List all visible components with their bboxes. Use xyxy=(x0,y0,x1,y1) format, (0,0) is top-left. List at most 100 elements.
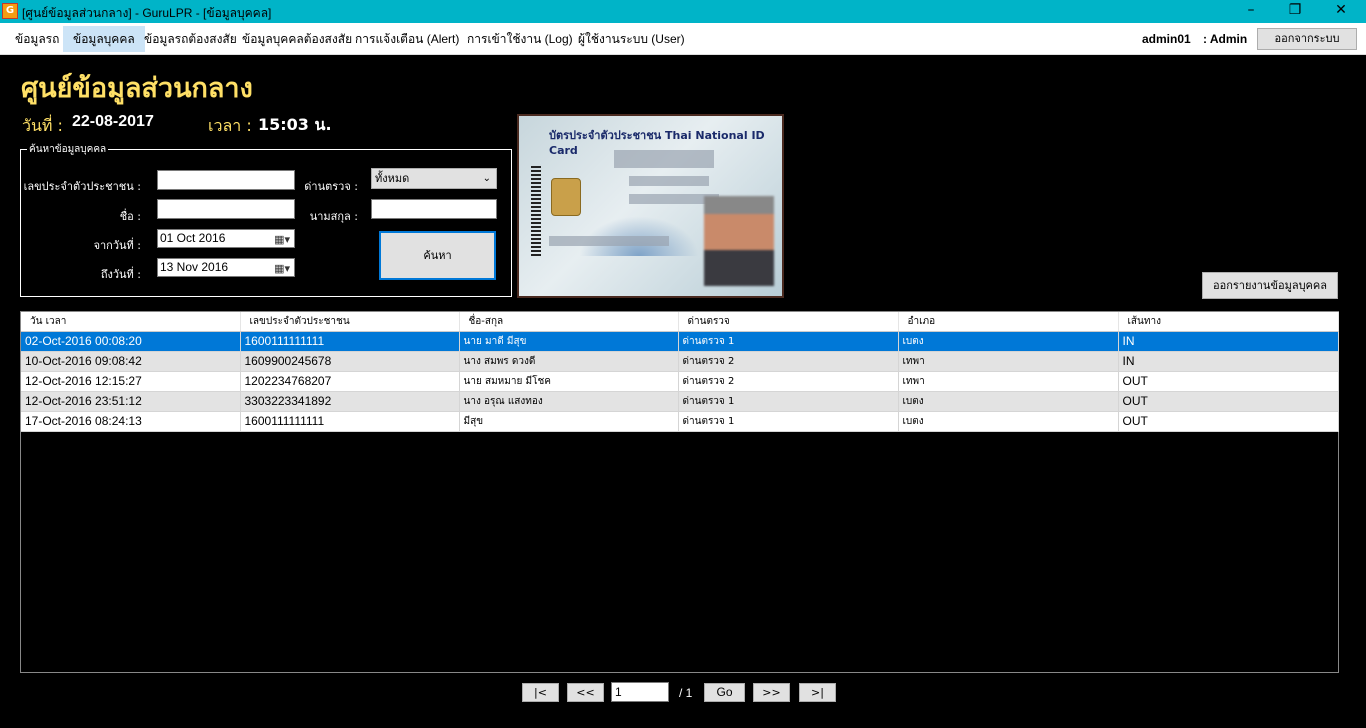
cell-district: เบตง xyxy=(898,411,1119,432)
user-role: : Admin xyxy=(1203,32,1248,46)
table-row[interactable]: 10-Oct-2016 09:08:42 1609900245678 นาง ส… xyxy=(21,351,1339,372)
go-button[interactable]: Go xyxy=(704,683,745,702)
to-date-label: ถึงวันที่ : xyxy=(100,268,141,281)
cell-district: เบตง xyxy=(898,331,1119,352)
surname-label: นามสกุล : xyxy=(309,210,358,223)
menu-item-alert[interactable]: การแจ้งเตือน (Alert) xyxy=(345,26,469,52)
table-row[interactable]: 02-Oct-2016 00:08:20 1600111111111 นาย ม… xyxy=(21,331,1339,352)
date-label: วันที่ : xyxy=(22,116,63,135)
to-date-picker[interactable]: 13 Nov 2016 ▦▾ xyxy=(157,258,295,277)
from-date-label: จากวันที่ : xyxy=(93,239,141,252)
table-row[interactable]: 12-Oct-2016 23:51:12 3303223341892 นาง อ… xyxy=(21,391,1339,412)
export-report-button[interactable]: ออกรายงานข้อมูลบุคคล xyxy=(1202,272,1338,299)
cell-name: นาย มาดี มีสุข xyxy=(459,331,679,352)
next-page-button[interactable]: >> xyxy=(753,683,790,702)
page-number-input[interactable]: 1 xyxy=(611,682,669,702)
date-value: 22-08-2017 xyxy=(72,113,154,130)
column-header-id[interactable]: เลขประจำตัวประชาชน xyxy=(240,312,460,332)
menu-item-log[interactable]: การเข้าใช้งาน (Log) xyxy=(457,26,583,52)
to-date-value: 13 Nov 2016 xyxy=(160,260,229,274)
from-date-value: 01 Oct 2016 xyxy=(160,231,226,245)
cell-name: นาง สมพร ดวงดี xyxy=(459,351,679,372)
cell-checkpoint: ด่านตรวจ 1 xyxy=(678,391,899,412)
table-header-row: วัน เวลา เลขประจำตัวประชาชน ชื่อ-สกุล ด่… xyxy=(21,312,1339,332)
cell-checkpoint: ด่านตรวจ 2 xyxy=(678,351,899,372)
menu-item-vehicle[interactable]: ข้อมูลรถ xyxy=(5,26,69,52)
cell-name: นาง อรุณ แสงทอง xyxy=(459,391,679,412)
column-header-name[interactable]: ชื่อ-สกุล xyxy=(459,312,679,332)
cell-checkpoint: ด่านตรวจ 1 xyxy=(678,331,899,352)
close-button[interactable]: ✕ xyxy=(1318,0,1364,23)
blurred-text xyxy=(614,150,714,168)
table-row[interactable]: 12-Oct-2016 12:15:27 1202234768207 นาย ส… xyxy=(21,371,1339,392)
column-header-datetime[interactable]: วัน เวลา xyxy=(21,312,241,332)
id-card-image: บัตรประจำตัวประชาชน Thai National ID Car… xyxy=(517,114,784,298)
from-date-picker[interactable]: 01 Oct 2016 ▦▾ xyxy=(157,229,295,248)
cell-direction: OUT xyxy=(1118,371,1339,392)
blurred-text xyxy=(629,176,709,186)
cell-id: 1202234768207 xyxy=(240,371,460,392)
column-header-district[interactable]: อำเภอ xyxy=(898,312,1119,332)
search-legend: ค้นหาข้อมูลบุคคล xyxy=(27,142,109,157)
chevron-down-icon: ⌄ xyxy=(482,173,491,184)
person-log-table[interactable]: วัน เวลา เลขประจำตัวประชาชน ชื่อ-สกุล ด่… xyxy=(20,311,1339,673)
prev-page-button[interactable]: << xyxy=(567,683,604,702)
cell-direction: OUT xyxy=(1118,411,1339,432)
window-title: [ศูนย์ข้อมูลส่วนกลาง] - GuruLPR - [ข้อมู… xyxy=(22,6,272,20)
name-input[interactable] xyxy=(157,199,295,219)
time-value: 15:03 น. xyxy=(258,115,332,134)
chip-graphic xyxy=(551,178,581,216)
menu-item-user[interactable]: ผู้ใช้งานระบบ (User) xyxy=(568,26,695,52)
cell-checkpoint: ด่านตรวจ 2 xyxy=(678,371,899,392)
column-header-direction[interactable]: เส้นทาง xyxy=(1118,312,1339,332)
column-header-checkpoint[interactable]: ด่านตรวจ xyxy=(678,312,899,332)
menu-item-person[interactable]: ข้อมูลบุคคล xyxy=(63,26,145,52)
cell-datetime: 10-Oct-2016 09:08:42 xyxy=(21,351,241,372)
cell-id: 1600111111111 xyxy=(240,331,460,352)
cell-district: เทพา xyxy=(898,351,1119,372)
id-input[interactable] xyxy=(157,170,295,190)
cell-checkpoint: ด่านตรวจ 1 xyxy=(678,411,899,432)
menu-bar: ข้อมูลรถ ข้อมูลบุคคล ข้อมูลรถต้องสงสัย ข… xyxy=(0,23,1366,55)
cell-datetime: 12-Oct-2016 12:15:27 xyxy=(21,371,241,392)
app-icon: G xyxy=(2,3,18,19)
menu-item-suspect-person[interactable]: ข้อมูลบุคคลต้องสงสัย xyxy=(232,26,362,52)
last-page-button[interactable]: >| xyxy=(799,683,836,702)
calendar-icon[interactable]: ▦▾ xyxy=(274,232,290,249)
cell-id: 1600111111111 xyxy=(240,411,460,432)
barcode-graphic xyxy=(531,166,541,256)
cell-direction: IN xyxy=(1118,351,1339,372)
restore-button[interactable]: ❐ xyxy=(1272,0,1318,23)
title-bar: G [ศูนย์ข้อมูลส่วนกลาง] - GuruLPR - [ข้อ… xyxy=(0,0,1366,23)
calendar-icon[interactable]: ▦▾ xyxy=(274,261,290,278)
id-label: เลขประจำตัวประชาชน : xyxy=(23,180,141,193)
cell-datetime: 17-Oct-2016 08:24:13 xyxy=(21,411,241,432)
time-label: เวลา : xyxy=(208,116,252,135)
search-button[interactable]: ค้นหา xyxy=(379,231,496,280)
cell-datetime: 12-Oct-2016 23:51:12 xyxy=(21,391,241,412)
cell-name: มีสุข xyxy=(459,411,679,432)
surname-input[interactable] xyxy=(371,199,497,219)
menu-item-suspect-vehicle[interactable]: ข้อมูลรถต้องสงสัย xyxy=(134,26,247,52)
username: admin01 xyxy=(1142,32,1191,46)
cell-direction: OUT xyxy=(1118,391,1339,412)
checkpoint-label: ด่านตรวจ : xyxy=(304,180,358,193)
table-row[interactable]: 17-Oct-2016 08:24:13 1600111111111 มีสุข… xyxy=(21,411,1339,432)
blurred-text xyxy=(549,236,669,246)
page-title: ศูนย์ข้อมูลส่วนกลาง xyxy=(21,73,253,104)
first-page-button[interactable]: |< xyxy=(522,683,559,702)
cell-datetime: 02-Oct-2016 00:08:20 xyxy=(21,331,241,352)
page-total: / 1 xyxy=(679,686,693,700)
cell-district: เบตง xyxy=(898,391,1119,412)
minimize-button[interactable]: – xyxy=(1228,0,1274,23)
cell-district: เทพา xyxy=(898,371,1119,392)
cell-name: นาย สมหมาย มีโชค xyxy=(459,371,679,392)
cell-direction: IN xyxy=(1118,331,1339,352)
logout-button[interactable]: ออกจากระบบ xyxy=(1257,28,1357,50)
checkpoint-value: ทั้งหมด xyxy=(375,172,410,185)
id-photo xyxy=(704,196,774,286)
cell-id: 3303223341892 xyxy=(240,391,460,412)
cell-id: 1609900245678 xyxy=(240,351,460,372)
checkpoint-select[interactable]: ทั้งหมด ⌄ xyxy=(371,168,497,189)
name-label: ชื่อ : xyxy=(119,210,141,223)
